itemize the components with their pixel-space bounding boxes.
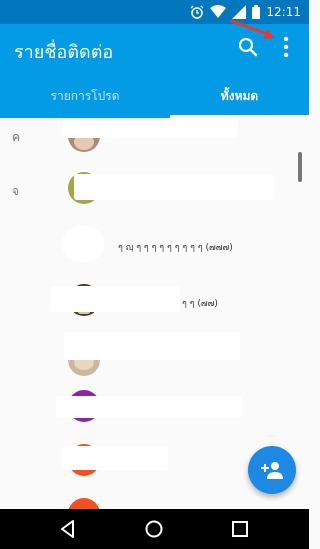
tab-all-label: ทั้งหมด <box>220 89 259 103</box>
list-item[interactable]: ๆ ๆ (๗๗) <box>0 274 309 330</box>
clock-text: 12:11 <box>266 5 301 19</box>
wifi-icon <box>210 5 227 18</box>
add-contact-button[interactable] <box>248 446 296 494</box>
avatar <box>68 498 100 509</box>
home-icon[interactable] <box>143 518 165 540</box>
tab-all[interactable]: ทั้งหมด <box>170 78 309 118</box>
add-contact-icon <box>261 462 283 479</box>
tab-favorites[interactable]: รายการโปรด <box>0 78 170 118</box>
redacted-name <box>74 174 274 200</box>
redacted-avatar <box>62 226 104 262</box>
redacted-name <box>62 446 168 470</box>
redacted-name <box>62 118 238 138</box>
redacted-name <box>56 396 242 418</box>
annotation-arrow <box>230 19 274 39</box>
tab-favorites-label: รายการโปรด <box>50 89 120 103</box>
redacted-name <box>64 332 240 360</box>
battery-icon <box>252 5 261 19</box>
list-item[interactable] <box>0 490 309 509</box>
list-item[interactable] <box>0 330 309 386</box>
nav-bar <box>0 509 309 549</box>
app-title: รายชื่อติดต่อ <box>14 42 114 63</box>
contact-name: ๆ ญฺ ๆ ๆ ๆ ๆ ๆ ๆ ๆ ๆ ๆ (๗๗๗) <box>118 243 233 253</box>
tab-bar: รายการโปรด ทั้งหมด <box>0 78 309 118</box>
list-item[interactable]: ๆ ญฺ ๆ ๆ ๆ ๆ ๆ ๆ ๆ ๆ ๆ (๗๗๗) <box>0 218 309 274</box>
scrollbar[interactable] <box>298 152 302 182</box>
contact-name: ๆ ๆ (๗๗) <box>182 299 218 309</box>
recents-icon[interactable] <box>229 518 251 540</box>
list-item[interactable] <box>0 118 309 164</box>
back-icon[interactable] <box>57 518 79 540</box>
alarm-icon <box>190 5 204 19</box>
list-item[interactable] <box>0 162 309 218</box>
signal-icon <box>232 5 247 19</box>
redacted-name <box>50 286 180 312</box>
list-item[interactable] <box>0 386 309 442</box>
